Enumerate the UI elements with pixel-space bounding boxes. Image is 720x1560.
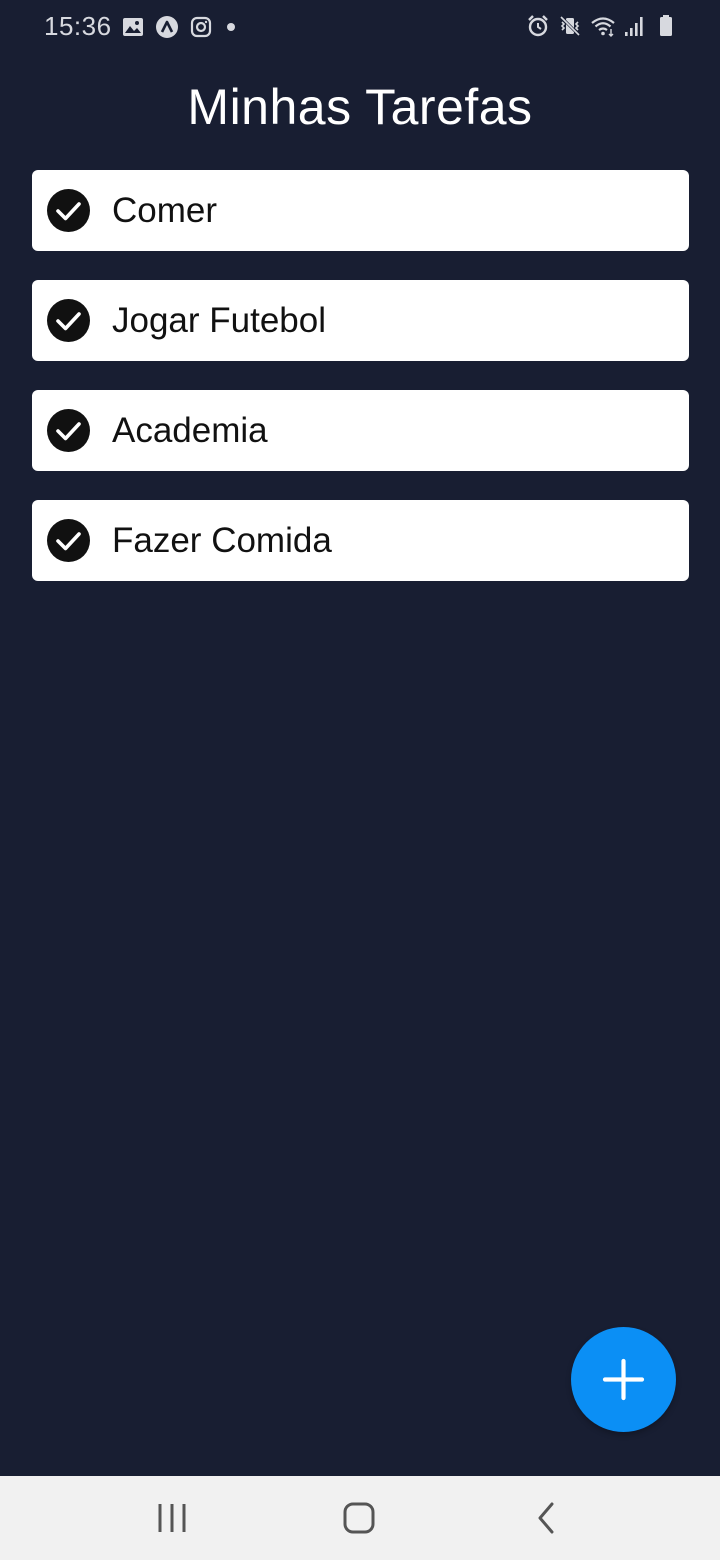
status-left-icons (121, 15, 235, 39)
system-nav-bar (0, 1476, 720, 1560)
task-list: Comer Jogar Futebol Academia Fazer Comid… (32, 170, 689, 610)
home-icon[interactable] (337, 1496, 381, 1540)
page-title: Minhas Tarefas (187, 79, 533, 135)
task-label: Academia (112, 411, 268, 450)
notification-dot-icon (227, 23, 235, 31)
check-circle-icon[interactable] (47, 409, 90, 452)
check-circle-icon[interactable] (47, 519, 90, 562)
add-task-button[interactable] (571, 1327, 676, 1432)
wifi-icon (590, 14, 615, 38)
gallery-icon (121, 15, 145, 39)
task-item[interactable]: Academia (32, 390, 689, 471)
instagram-icon (189, 15, 213, 39)
status-bar: 15:36 (0, 0, 720, 56)
recent-apps-icon[interactable] (150, 1496, 194, 1540)
task-label: Fazer Comida (112, 521, 332, 560)
task-item[interactable]: Jogar Futebol (32, 280, 689, 361)
status-right-icons (526, 14, 678, 38)
task-label: Comer (112, 191, 218, 230)
plus-icon (571, 1327, 676, 1432)
task-item[interactable]: Fazer Comida (32, 500, 689, 581)
task-label: Jogar Futebol (112, 301, 327, 340)
check-circle-icon[interactable] (47, 299, 90, 342)
back-icon[interactable] (524, 1496, 568, 1540)
vibrate-mute-icon (558, 14, 582, 38)
battery-icon (654, 14, 678, 38)
check-circle-icon[interactable] (47, 189, 90, 232)
status-time: 15:36 (44, 11, 112, 41)
signal-icon (622, 14, 646, 38)
alarm-icon (526, 14, 550, 38)
app-a-icon (155, 15, 179, 39)
task-item[interactable]: Comer (32, 170, 689, 251)
